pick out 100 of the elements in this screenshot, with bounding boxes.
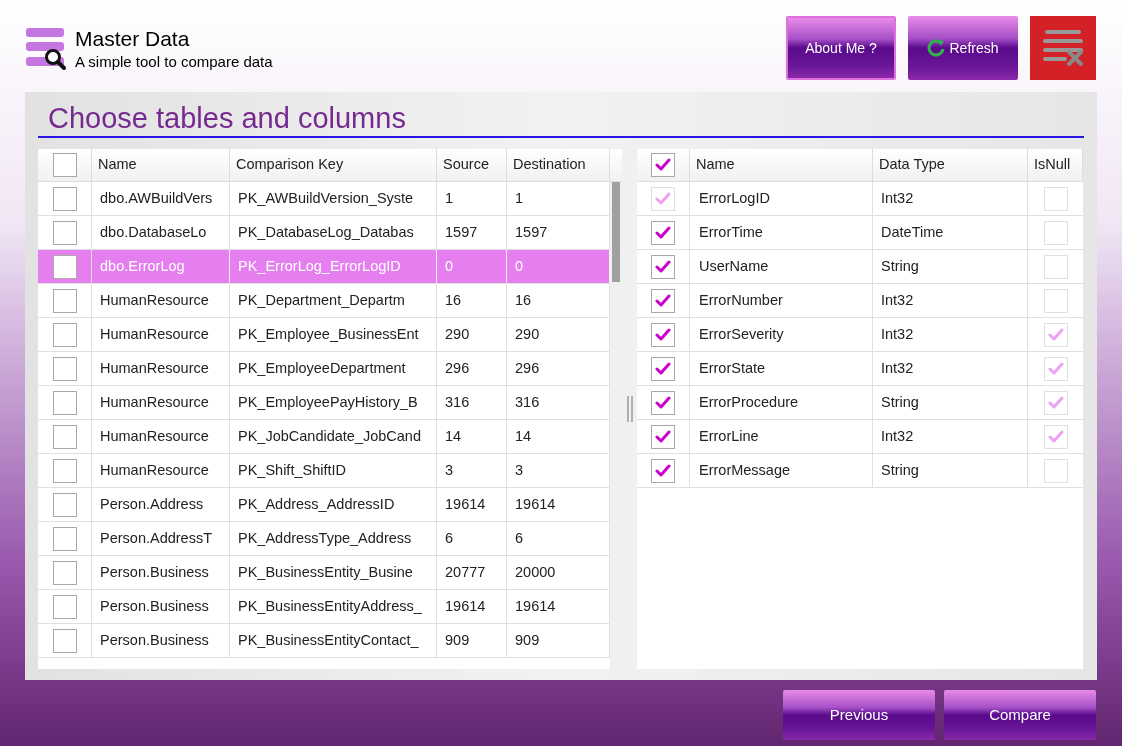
checkbox[interactable]	[52, 220, 77, 245]
app-title: Master Data	[75, 26, 191, 52]
table-cell: ErrorProcedure	[690, 386, 873, 419]
table-row[interactable]: dbo.DatabaseLo PK_DatabaseLog_Databas 1597 1597	[38, 216, 610, 250]
checkmark-icon	[655, 463, 671, 478]
table-cell: PK_Address_AddressID	[230, 488, 437, 521]
checkbox[interactable]	[52, 526, 77, 551]
table-cell: PK_EmployeePayHistory_B	[230, 386, 437, 419]
table-cell: 1	[437, 182, 507, 215]
table-row[interactable]: HumanResource PK_JobCandidate_JobCand 14 14	[38, 420, 610, 454]
checkbox[interactable]	[52, 424, 77, 449]
table-cell: Int32	[873, 420, 1028, 453]
checkmark-icon	[655, 361, 671, 376]
checkbox[interactable]	[651, 322, 675, 347]
checkbox[interactable]	[52, 186, 77, 211]
table-cell: dbo.AWBuildVers	[92, 182, 230, 215]
table-cell: ErrorLine	[690, 420, 873, 453]
checkbox[interactable]	[651, 390, 675, 415]
table-cell: Person.Business	[92, 556, 230, 589]
table-cell: 1597	[437, 216, 507, 249]
table-cell: ErrorNumber	[690, 284, 873, 317]
about-button[interactable]: About Me ?	[786, 16, 896, 80]
checkmark-icon	[655, 158, 671, 172]
database-search-icon	[25, 27, 67, 71]
table-row[interactable]: Person.AddressT PK_AddressType_Address 6 6	[38, 522, 610, 556]
table-cell: 6	[437, 522, 507, 555]
checkbox[interactable]	[651, 153, 675, 177]
table-cell: String	[873, 454, 1028, 487]
checkmark-icon	[1047, 429, 1064, 444]
checkmark-icon	[655, 191, 671, 206]
checkbox[interactable]	[651, 254, 675, 279]
checkbox[interactable]	[52, 254, 77, 279]
checkbox[interactable]	[651, 288, 675, 313]
table-row[interactable]: Person.Business PK_BusinessEntity_Busine 20777 20000	[38, 556, 610, 590]
previous-button[interactable]: Previous	[783, 690, 935, 740]
table-row[interactable]: Person.Business PK_BusinessEntityAddress_ 19614 19614	[38, 590, 610, 624]
table-cell: PK_BusinessEntity_Busine	[230, 556, 437, 589]
table-cell: HumanResource	[92, 420, 230, 453]
table-cell: Person.Business	[92, 590, 230, 623]
column-header[interactable]: Name	[690, 149, 873, 181]
table-cell: Int32	[873, 318, 1028, 351]
checkbox[interactable]	[651, 424, 675, 449]
column-header[interactable]: Name	[92, 149, 230, 181]
checkbox[interactable]	[52, 594, 77, 619]
table-row[interactable]: HumanResource PK_Employee_BusinessEnt 290 290	[38, 318, 610, 352]
table-cell: 14	[437, 420, 507, 453]
table-cell: Int32	[873, 182, 1028, 215]
table-cell: 290	[437, 318, 507, 351]
refresh-button[interactable]: Refresh	[908, 16, 1018, 80]
table-cell: PK_Shift_ShiftID	[230, 454, 437, 487]
checkmark-icon	[1047, 395, 1064, 410]
table-cell: ErrorLogID	[690, 182, 873, 215]
checkmark-icon	[655, 395, 671, 410]
table-cell: PK_DatabaseLog_Databas	[230, 216, 437, 249]
checkbox[interactable]	[651, 220, 675, 245]
column-header[interactable]: Destination	[507, 149, 610, 181]
column-header[interactable]: Comparison Key	[230, 149, 437, 181]
table-cell: HumanResource	[92, 284, 230, 317]
table-cell: Person.Address	[92, 488, 230, 521]
table-cell: HumanResource	[92, 318, 230, 351]
checkbox[interactable]	[651, 356, 675, 381]
table-row[interactable]: HumanResource PK_EmployeePayHistory_B 316 316	[38, 386, 610, 420]
table-cell: String	[873, 250, 1028, 283]
table-row[interactable]: Person.Business PK_BusinessEntityContact_ 909 909	[38, 624, 610, 658]
checkbox[interactable]	[52, 458, 77, 483]
table-row[interactable]: HumanResource PK_Department_Departm 16 16	[38, 284, 610, 318]
table-cell: Int32	[873, 284, 1028, 317]
checkbox[interactable]	[52, 153, 77, 177]
checkbox[interactable]	[52, 288, 77, 313]
checkmark-icon	[655, 293, 671, 308]
table-cell: UserName	[690, 250, 873, 283]
table-cell: PK_AWBuildVersion_Syste	[230, 182, 437, 215]
table-row[interactable]: Person.Address PK_Address_AddressID 19614 19614	[38, 488, 610, 522]
checkmark-icon	[655, 259, 671, 274]
column-header[interactable]: Source	[437, 149, 507, 181]
checkbox[interactable]	[52, 628, 77, 653]
column-header[interactable]: Data Type	[873, 149, 1028, 181]
compare-button[interactable]: Compare	[944, 690, 1096, 740]
table-cell: ErrorTime	[690, 216, 873, 249]
splitter-grip-icon	[626, 396, 633, 422]
checkbox[interactable]	[52, 492, 77, 517]
table-cell: 20777	[437, 556, 507, 589]
checkbox[interactable]	[651, 458, 675, 483]
checkbox[interactable]	[52, 390, 77, 415]
table-cell: Person.AddressT	[92, 522, 230, 555]
table-cell: HumanResource	[92, 386, 230, 419]
table-row[interactable]: dbo.AWBuildVers PK_AWBuildVersion_Syste 1 1	[38, 182, 610, 216]
checkmark-icon	[655, 327, 671, 342]
column-header[interactable]: IsNull	[1028, 149, 1083, 181]
checkbox[interactable]	[52, 322, 77, 347]
refresh-icon	[927, 39, 946, 57]
table-row[interactable]: HumanResource PK_Shift_ShiftID 3 3	[38, 454, 610, 488]
checkmark-icon	[655, 429, 671, 444]
table-row[interactable]: HumanResource PK_EmployeeDepartment 296 296	[38, 352, 610, 386]
table-cell: PK_JobCandidate_JobCand	[230, 420, 437, 453]
close-button[interactable]	[1030, 16, 1096, 80]
table-cell: ErrorMessage	[690, 454, 873, 487]
checkbox[interactable]	[52, 560, 77, 585]
checkmark-icon	[1047, 327, 1064, 342]
checkbox[interactable]	[52, 356, 77, 381]
